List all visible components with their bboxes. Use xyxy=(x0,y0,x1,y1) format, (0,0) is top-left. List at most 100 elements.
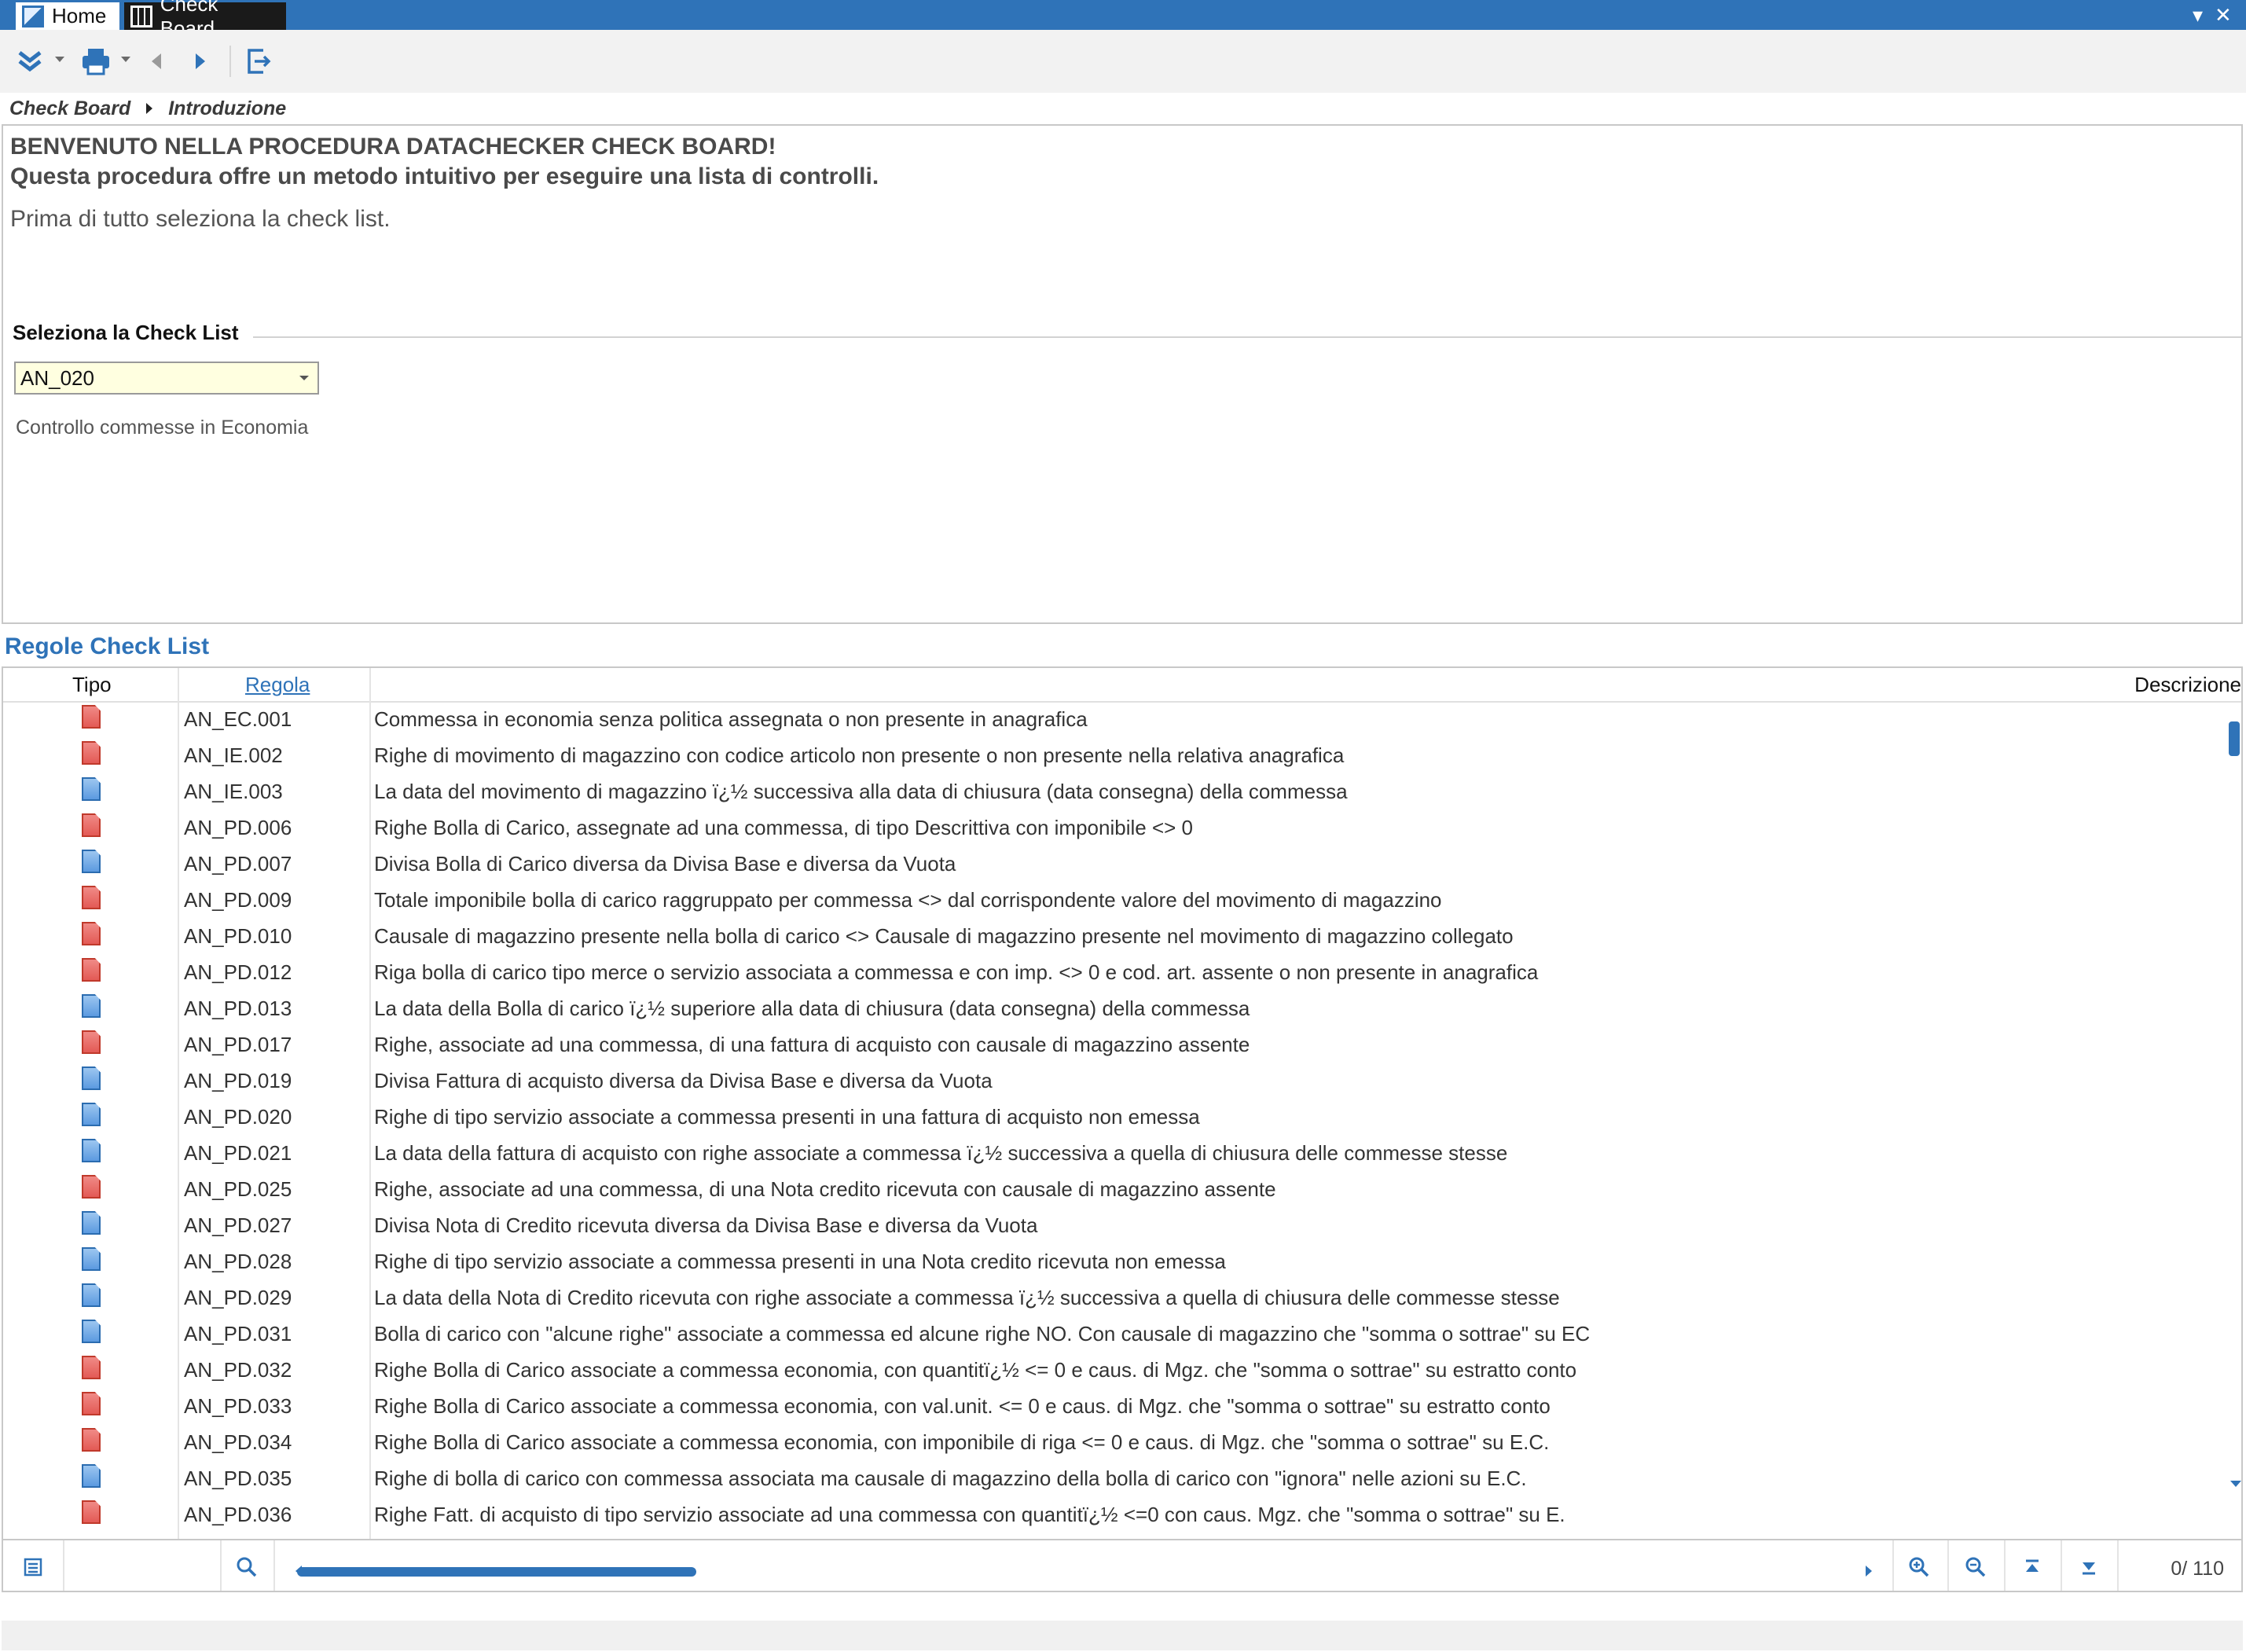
record-pager: 0/ 110 xyxy=(2171,1558,2224,1580)
error-document-icon xyxy=(82,886,101,909)
column-header-tipo[interactable]: Tipo xyxy=(72,673,112,697)
table-row[interactable]: AN_PD.032 Righe Bolla di Carico associate… xyxy=(3,1353,2241,1390)
rule-description-cell: Totale imponibile bolla di carico raggru… xyxy=(374,888,1442,912)
table-row[interactable]: AN_PD.031 Bolla di carico con "alcune rig… xyxy=(3,1317,2241,1353)
rule-type-cell xyxy=(82,1211,102,1236)
rule-type-cell xyxy=(82,1392,102,1417)
error-document-icon xyxy=(82,1428,101,1452)
footer-divider xyxy=(63,1540,64,1591)
rule-description-cell: Riga bolla di carico tipo merce o serviz… xyxy=(374,960,1539,984)
scroll-right-arrow-icon[interactable] xyxy=(1866,1566,1872,1577)
rule-description-cell: Causale di magazzino presente nella boll… xyxy=(374,924,1514,948)
tab-home-label: Home xyxy=(52,4,107,28)
grid-header: Tipo Regola Descrizione xyxy=(3,668,2241,703)
rule-description-cell: La data della Nota di Credito ricevuta c… xyxy=(374,1286,1560,1309)
list-view-button[interactable] xyxy=(17,1551,49,1583)
rule-description-cell: Righe di bolla di carico con commessa as… xyxy=(374,1467,1527,1490)
print-button[interactable] xyxy=(79,44,113,79)
rule-type-cell xyxy=(82,1175,102,1200)
column-header-descrizione[interactable]: Descrizione xyxy=(2134,673,2241,697)
table-row[interactable]: AN_PD.025 Righe, associate ad una commess… xyxy=(3,1173,2241,1209)
welcome-heading: BENVENUTO NELLA PROCEDURA DATACHECKER CH… xyxy=(10,134,776,160)
first-record-button[interactable] xyxy=(2017,1551,2048,1583)
rule-description-cell: Righe Fatt. di acquisto di tipo servizio… xyxy=(374,1503,1565,1526)
zoom-out-button[interactable] xyxy=(1960,1551,1991,1583)
table-row[interactable]: AN_PD.007 Divisa Bolla di Carico diversa … xyxy=(3,847,2241,883)
column-header-regola[interactable]: Regola xyxy=(245,673,310,697)
close-icon[interactable]: ✕ xyxy=(2215,2,2232,28)
table-row[interactable]: AN_PD.034 Righe Bolla di Carico associate… xyxy=(3,1426,2241,1462)
table-row[interactable]: AN_PD.029 La data della Nota di Credito r… xyxy=(3,1281,2241,1317)
rule-description-cell: La data della Bolla di carico ï¿½ superi… xyxy=(374,997,1250,1020)
print-dropdown-caret-icon[interactable] xyxy=(121,57,130,62)
forward-arrow-icon xyxy=(196,53,205,69)
chevron-down-icon[interactable] xyxy=(291,363,317,393)
rule-type-cell xyxy=(82,1283,102,1309)
forward-button[interactable] xyxy=(189,44,212,79)
vertical-scrollbar-thumb[interactable] xyxy=(2229,721,2240,756)
horizontal-scrollbar-thumb[interactable] xyxy=(297,1567,696,1577)
table-row[interactable]: AN_PD.012 Riga bolla di carico tipo merce… xyxy=(3,956,2241,992)
rule-type-cell xyxy=(82,1247,102,1272)
table-row[interactable]: AN_PD.013 La data della Bolla di carico ï… xyxy=(3,992,2241,1028)
table-row[interactable]: AN_PD.033 Righe Bolla di Carico associate… xyxy=(3,1390,2241,1426)
error-document-icon xyxy=(82,813,101,837)
error-document-icon xyxy=(82,1500,101,1524)
window-menu-icon[interactable]: ▾ xyxy=(2193,2,2203,28)
table-row[interactable]: AN_PD.035 Righe di bolla di carico con co… xyxy=(3,1462,2241,1498)
expand-dropdown-caret-icon[interactable] xyxy=(55,57,64,62)
table-row[interactable]: AN_PD.009 Totale imponibile bolla di cari… xyxy=(3,883,2241,920)
rule-description-cell: Righe Bolla di Carico associate a commes… xyxy=(374,1394,1551,1418)
rule-code-cell: AN_PD.021 xyxy=(184,1141,292,1165)
tab-home[interactable]: Home xyxy=(16,2,119,30)
tab-check-board[interactable]: Check Board xyxy=(124,0,286,40)
table-row[interactable]: AN_PD.028 Righe di tipo servizio associat… xyxy=(3,1245,2241,1281)
rule-code-cell: AN_PD.029 xyxy=(184,1286,292,1309)
status-bar xyxy=(2,1621,2243,1650)
checklist-select[interactable]: AN_020 xyxy=(14,362,319,395)
rule-description-cell: Righe Bolla di Carico, assegnate ad una … xyxy=(374,816,1193,839)
table-row[interactable]: AN_PD.006 Righe Bolla di Carico, assegnat… xyxy=(3,811,2241,847)
table-row[interactable]: AN_PD.027 Divisa Nota di Credito ricevuta… xyxy=(3,1209,2241,1245)
footer-divider xyxy=(273,1540,275,1591)
rule-code-cell: AN_PD.020 xyxy=(184,1105,292,1129)
error-document-icon xyxy=(82,958,101,982)
table-row[interactable]: AN_EC.001 Commessa in economia senza poli… xyxy=(3,703,2241,739)
rule-type-cell xyxy=(82,958,102,983)
group-divider xyxy=(253,336,2241,338)
table-row[interactable]: AN_PD.021 La data della fattura di acquis… xyxy=(3,1136,2241,1173)
toolbar xyxy=(0,30,2246,93)
rule-code-cell: AN_PD.013 xyxy=(184,997,292,1020)
intro-panel: BENVENUTO NELLA PROCEDURA DATACHECKER CH… xyxy=(2,124,2243,624)
back-button[interactable] xyxy=(145,44,168,79)
pager-total: 110 xyxy=(2193,1558,2224,1580)
table-row[interactable]: AN_PD.020 Righe di tipo servizio associat… xyxy=(3,1100,2241,1136)
rule-code-cell: AN_PD.010 xyxy=(184,924,292,948)
breadcrumb-current: Introduzione xyxy=(168,97,287,119)
rule-description-cell: Bolla di carico con "alcune righe" assoc… xyxy=(374,1322,1591,1345)
rule-type-cell xyxy=(82,1103,102,1128)
rule-description-cell: Divisa Bolla di Carico diversa da Divisa… xyxy=(374,852,956,876)
rule-type-cell xyxy=(82,1464,102,1489)
rule-code-cell: AN_EC.001 xyxy=(184,707,292,731)
table-row[interactable]: AN_PD.019 Divisa Fattura di acquisto dive… xyxy=(3,1064,2241,1100)
expand-chevrons-button[interactable] xyxy=(14,44,46,79)
table-row[interactable]: AN_IE.002 Righe di movimento di magazzino… xyxy=(3,739,2241,775)
checklist-select-value[interactable]: AN_020 xyxy=(16,366,291,391)
table-row[interactable]: AN_PD.017 Righe, associate ad una commess… xyxy=(3,1028,2241,1064)
info-document-icon xyxy=(82,994,101,1018)
rule-type-cell xyxy=(82,813,102,839)
rule-type-cell xyxy=(82,994,102,1019)
scroll-down-arrow-icon[interactable] xyxy=(2230,1481,2241,1487)
exit-icon xyxy=(248,49,271,74)
breadcrumb-root[interactable]: Check Board xyxy=(9,97,130,120)
table-row[interactable]: AN_PD.036 Righe Fatt. di acquisto di tipo… xyxy=(3,1498,2241,1534)
rule-description-cell: Righe Bolla di Carico associate a commes… xyxy=(374,1430,1550,1454)
table-row[interactable]: AN_PD.010 Causale di magazzino presente n… xyxy=(3,920,2241,956)
search-button[interactable] xyxy=(231,1551,262,1583)
table-row[interactable]: AN_IE.003 La data del movimento di magazz… xyxy=(3,775,2241,811)
last-record-button[interactable] xyxy=(2073,1551,2105,1583)
zoom-in-button[interactable] xyxy=(1903,1551,1935,1583)
exit-button[interactable] xyxy=(242,44,273,79)
toolbar-divider xyxy=(229,46,231,77)
